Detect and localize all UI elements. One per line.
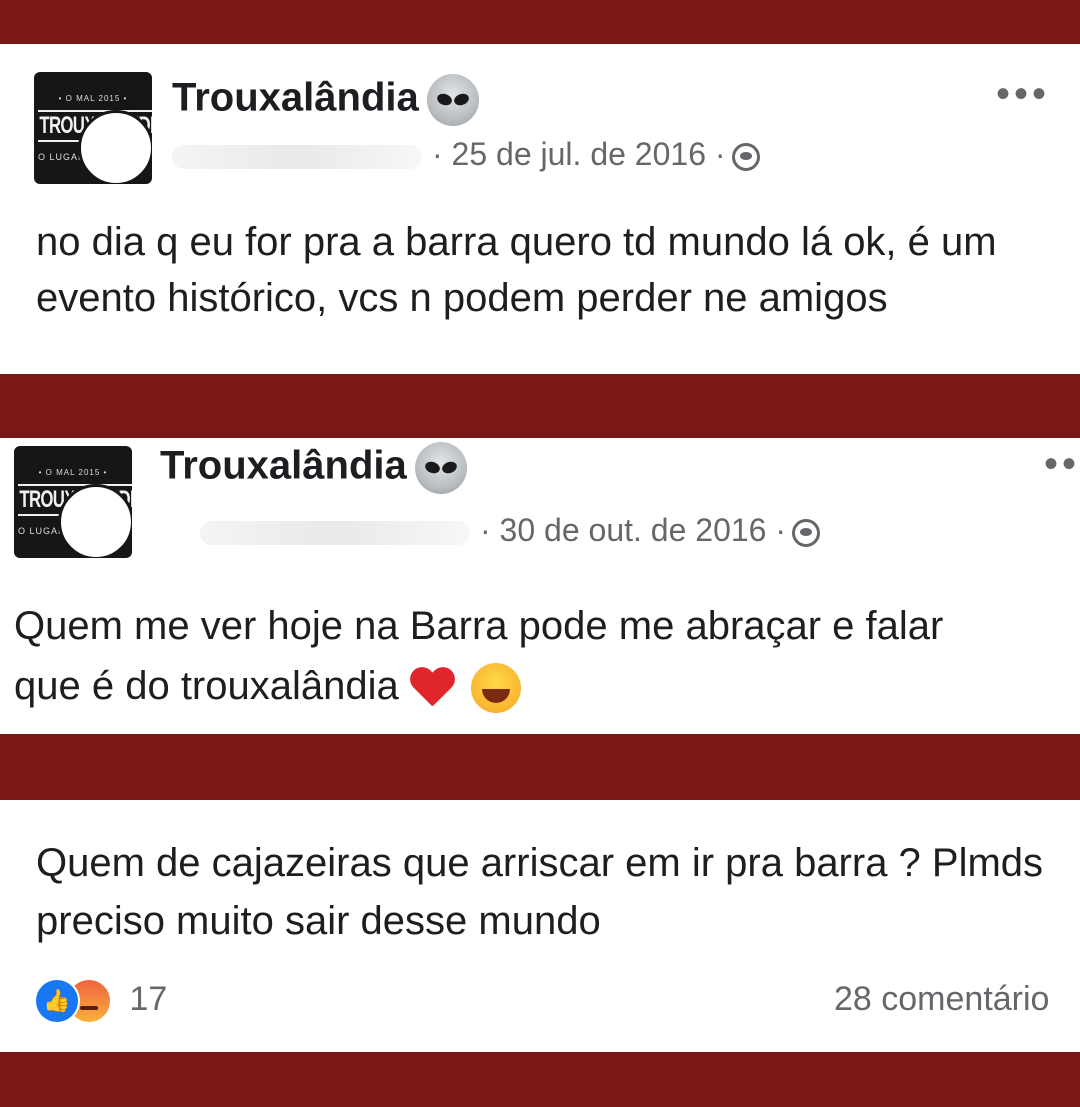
post-card-2: • O MAL 2015 • TROUXALÂNDIA O LUGAR DE T… [0, 438, 1080, 734]
friends-icon [731, 142, 760, 171]
avatar-logo-top: • O MAL 2015 • [58, 94, 128, 103]
post-text: Quem de cajazeiras que arriscar em ir pr… [36, 841, 1044, 943]
friends-icon [792, 518, 820, 547]
blurred-author [200, 520, 470, 545]
more-options-icon[interactable]: •• [1044, 444, 1080, 484]
page-name[interactable]: Trouxalândia [172, 74, 479, 126]
page-name-text: Trouxalândia [160, 443, 407, 488]
page-avatar[interactable]: • O MAL 2015 • TROUXALÂNDIA O LUGAR DE [14, 446, 132, 558]
reaction-summary[interactable]: 👍 17 [34, 978, 167, 1024]
profile-picture-overlay [58, 484, 132, 558]
alien-icon [414, 442, 467, 494]
post-meta: · 25 de jul. de 2016 · [172, 136, 760, 173]
post-card-3: Quem de cajazeiras que arriscar em ir pr… [0, 800, 1080, 1052]
like-icon: 👍 [34, 978, 80, 1024]
comments-count[interactable]: 28 comentário [834, 980, 1049, 1019]
blurred-author [172, 144, 422, 169]
page-name[interactable]: Trouxalândia [160, 442, 467, 494]
avatar-logo-top: • O MAL 2015 • [38, 468, 108, 477]
page-avatar[interactable]: • O MAL 2015 • TROUXALÂNDIA O LUGAR DE [34, 72, 152, 184]
page-name-text: Trouxalândia [172, 75, 419, 120]
post-text: no dia q eu for pra a barra quero td mun… [36, 220, 997, 320]
post-meta: · 30 de out. de 2016 · [200, 512, 820, 549]
post-text: Quem me ver hoje na Barra pode me abraça… [14, 596, 1014, 716]
more-options-icon[interactable]: ••• [996, 74, 1050, 114]
alien-icon [426, 74, 479, 126]
post-card-1: • O MAL 2015 • TROUXALÂNDIA O LUGAR DE T… [0, 44, 1080, 374]
post-date[interactable]: · 25 de jul. de 2016 · [432, 136, 726, 172]
post-date[interactable]: · 30 de out. de 2016 · [480, 512, 786, 548]
reaction-count: 17 [129, 979, 168, 1018]
heart-emoji [409, 668, 455, 708]
laughing-emoji [470, 663, 521, 714]
profile-picture-overlay [78, 110, 152, 184]
